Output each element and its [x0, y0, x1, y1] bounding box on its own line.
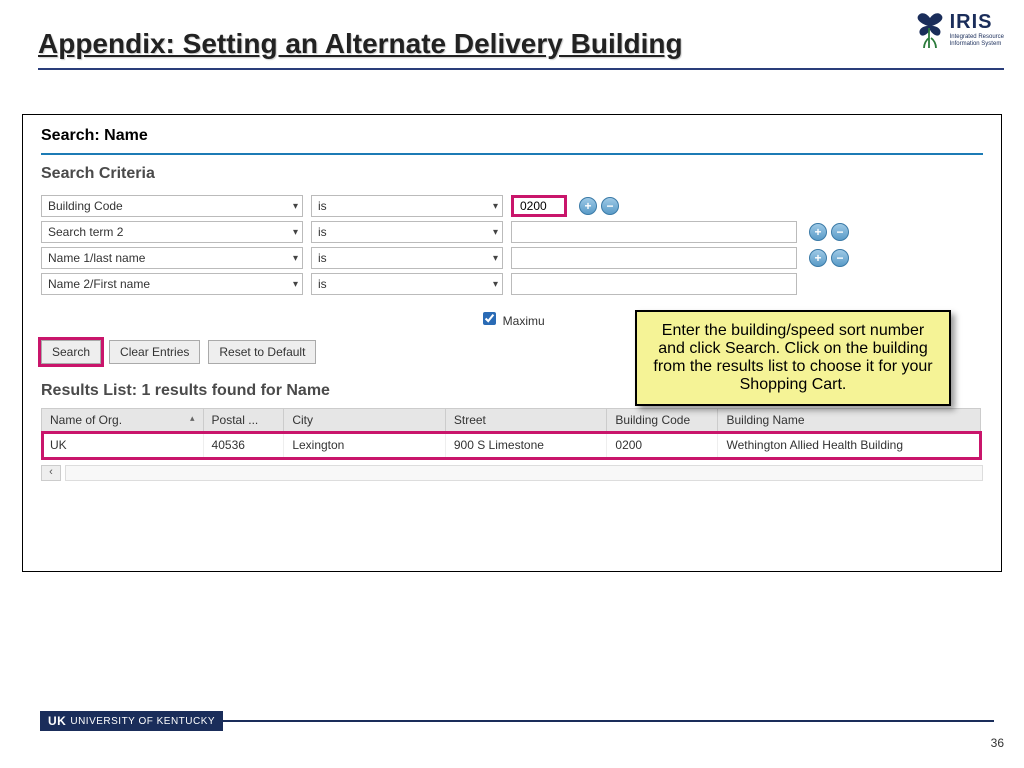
uk-bold: UK [48, 714, 66, 728]
column-header[interactable]: Building Name [718, 409, 981, 432]
column-header[interactable]: Street [445, 409, 607, 432]
iris-logo-text: IRIS [950, 11, 1004, 34]
criteria-field-select[interactable]: Search term 2 [41, 221, 303, 243]
add-criteria-icon[interactable]: + [809, 223, 827, 241]
column-header[interactable]: Building Code [607, 409, 718, 432]
results-cell: UK [42, 432, 204, 459]
criteria-operator-select[interactable]: is [311, 247, 503, 269]
criteria-value-input[interactable] [511, 195, 567, 217]
criteria-field-select[interactable]: Name 2/First name [41, 273, 303, 295]
criteria-value-input[interactable] [511, 247, 797, 269]
results-cell: 40536 [203, 432, 284, 459]
pager-prev-icon[interactable]: ‹ [41, 465, 61, 481]
remove-criteria-icon[interactable]: − [831, 249, 849, 267]
results-header-row: Name of Org.▴Postal ...CityStreetBuildin… [42, 409, 981, 432]
results-cell: 900 S Limestone [445, 432, 607, 459]
results-row[interactable]: UK40536Lexington900 S Limestone0200Wethi… [42, 432, 981, 459]
criteria-row: Search term 2 is +− [41, 221, 983, 243]
results-table: Name of Org.▴Postal ...CityStreetBuildin… [41, 408, 981, 459]
criteria-operator-select[interactable]: is [311, 221, 503, 243]
instruction-callout: Enter the building/speed sort number and… [635, 310, 951, 406]
title-underline [38, 68, 1004, 70]
page-number: 36 [991, 736, 1004, 750]
criteria-add-remove: +− [809, 249, 849, 267]
uk-badge: UK UNIVERSITY OF KENTUCKY [40, 711, 223, 731]
column-header[interactable]: Name of Org.▴ [42, 409, 204, 432]
criteria-heading: Search Criteria [41, 165, 983, 183]
results-cell: 0200 [607, 432, 718, 459]
pager-scrollbar[interactable] [65, 465, 983, 481]
max-results-label: Maximu [503, 314, 545, 328]
max-results-checkbox[interactable] [483, 312, 496, 325]
column-header[interactable]: City [284, 409, 446, 432]
iris-logo-sub1: Integrated Resource [950, 34, 1004, 41]
panel-header: Search: Name [41, 127, 983, 155]
criteria-row: Name 1/last name is +− [41, 247, 983, 269]
results-pager: ‹ [41, 465, 983, 481]
criteria-add-remove: +− [579, 197, 619, 215]
results-cell: Lexington [284, 432, 446, 459]
criteria-row: Building Code is +− [41, 195, 983, 217]
add-criteria-icon[interactable]: + [809, 249, 827, 267]
remove-criteria-icon[interactable]: − [831, 223, 849, 241]
slide-title: Appendix: Setting an Alternate Delivery … [38, 28, 683, 60]
criteria-row: Name 2/First name is [41, 273, 983, 295]
criteria-field-select[interactable]: Name 1/last name [41, 247, 303, 269]
footer-rule [223, 720, 994, 722]
reset-default-button[interactable]: Reset to Default [208, 340, 316, 364]
search-button[interactable]: Search [41, 340, 101, 364]
remove-criteria-icon[interactable]: − [601, 197, 619, 215]
footer: UK UNIVERSITY OF KENTUCKY [40, 710, 994, 732]
criteria-operator-select[interactable]: is [311, 273, 503, 295]
column-header[interactable]: Postal ... [203, 409, 284, 432]
results-cell: Wethington Allied Health Building [718, 432, 981, 459]
criteria-add-remove: +− [809, 223, 849, 241]
uk-text: UNIVERSITY OF KENTUCKY [70, 716, 215, 727]
iris-logo-sub2: Information System [950, 41, 1004, 48]
criteria-value-input[interactable] [511, 221, 797, 243]
iris-logo: IRIS Integrated Resource Information Sys… [914, 8, 1004, 50]
sort-ascending-icon: ▴ [190, 413, 195, 424]
criteria-field-select[interactable]: Building Code [41, 195, 303, 217]
clear-entries-button[interactable]: Clear Entries [109, 340, 200, 364]
criteria-operator-select[interactable]: is [311, 195, 503, 217]
iris-flower-icon [914, 8, 946, 50]
add-criteria-icon[interactable]: + [579, 197, 597, 215]
